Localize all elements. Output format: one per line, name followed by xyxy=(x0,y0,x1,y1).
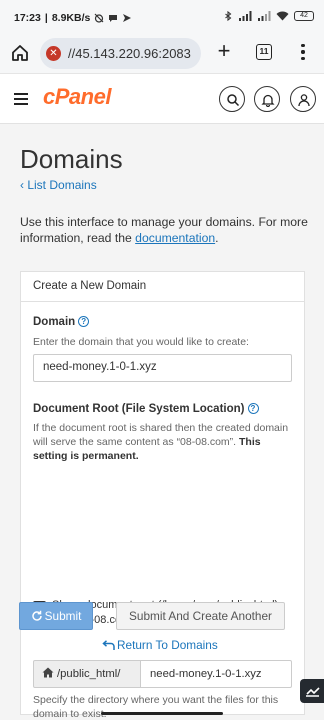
chat-icon xyxy=(109,15,118,22)
help-icon[interactable]: ? xyxy=(78,316,90,327)
domain-hint: Enter the domain that you would like to … xyxy=(33,336,249,348)
signal-2-icon xyxy=(258,11,271,21)
user-icon xyxy=(298,94,310,107)
home-icon xyxy=(42,667,54,678)
user-button[interactable] xyxy=(290,86,316,112)
domain-input[interactable]: need-money.1-0-1.xyz xyxy=(33,354,292,382)
panel-title: Create a New Domain xyxy=(21,272,304,302)
alarm-off-icon xyxy=(94,13,104,23)
docroot-prefix: /public_html/ xyxy=(33,660,141,688)
list-domains-link[interactable]: ‹ List Domains xyxy=(20,178,97,192)
hamburger-menu-icon[interactable] xyxy=(14,93,28,105)
signal-icon xyxy=(239,11,252,21)
tab-switcher-button[interactable]: 11 xyxy=(256,44,272,60)
new-tab-icon[interactable]: + xyxy=(214,40,234,62)
submit-button[interactable]: Submit xyxy=(19,602,93,630)
bell-icon xyxy=(261,94,275,107)
docroot-input-group: /public_html/ need-money.1-0-1.xyz xyxy=(33,660,292,688)
page-title: Domains xyxy=(20,144,123,174)
wifi-icon xyxy=(276,11,289,21)
search-icon xyxy=(227,94,240,107)
docroot-dir-hint: Specify the directory where you want the… xyxy=(33,694,279,720)
search-button[interactable] xyxy=(219,86,245,112)
gesture-nav-bar[interactable] xyxy=(101,712,223,715)
bluetooth-icon xyxy=(225,11,232,21)
cpanel-header: cPanel xyxy=(0,74,324,124)
help-icon[interactable]: ? xyxy=(247,403,259,414)
home-icon[interactable] xyxy=(10,43,30,63)
browser-toolbar: ✕ //45.143.220.96:2083 + 11 xyxy=(0,36,324,74)
battery-icon: 42 xyxy=(294,11,314,21)
clock: 17:23 xyxy=(14,12,41,24)
docroot-hint: If the document root is shared then the … xyxy=(33,422,289,462)
intro-text: Use this interface to manage your domain… xyxy=(20,215,308,245)
main-content: Domains ‹ List Domains Use this interfac… xyxy=(0,124,324,720)
return-arrow-icon xyxy=(102,640,115,650)
docroot-label: Document Root (File System Location)? xyxy=(33,403,259,415)
domain-label: Domain? xyxy=(33,316,90,328)
more-menu-icon[interactable] xyxy=(296,41,310,63)
docroot-input[interactable]: need-money.1-0-1.xyz xyxy=(140,660,292,688)
documentation-link[interactable]: documentation xyxy=(135,231,215,245)
return-to-domains-link[interactable]: Return To Domains xyxy=(102,638,218,652)
not-secure-icon[interactable]: ✕ xyxy=(46,46,61,61)
network-speed: 8.9KB/s xyxy=(51,12,91,24)
url-text[interactable]: //45.143.220.96:2083 xyxy=(68,46,191,61)
submit-and-create-another-button[interactable]: Submit And Create Another xyxy=(116,602,285,630)
send-icon xyxy=(123,14,132,22)
cpanel-logo[interactable]: cPanel xyxy=(43,84,111,110)
notifications-button[interactable] xyxy=(254,86,280,112)
status-bar: 17:23 | 8.9KB/s 42 xyxy=(0,0,324,36)
chart-icon xyxy=(306,687,320,697)
url-bar[interactable]: ✕ //45.143.220.96:2083 xyxy=(40,38,201,69)
chart-float-button[interactable] xyxy=(300,679,324,703)
refresh-icon xyxy=(31,610,42,621)
